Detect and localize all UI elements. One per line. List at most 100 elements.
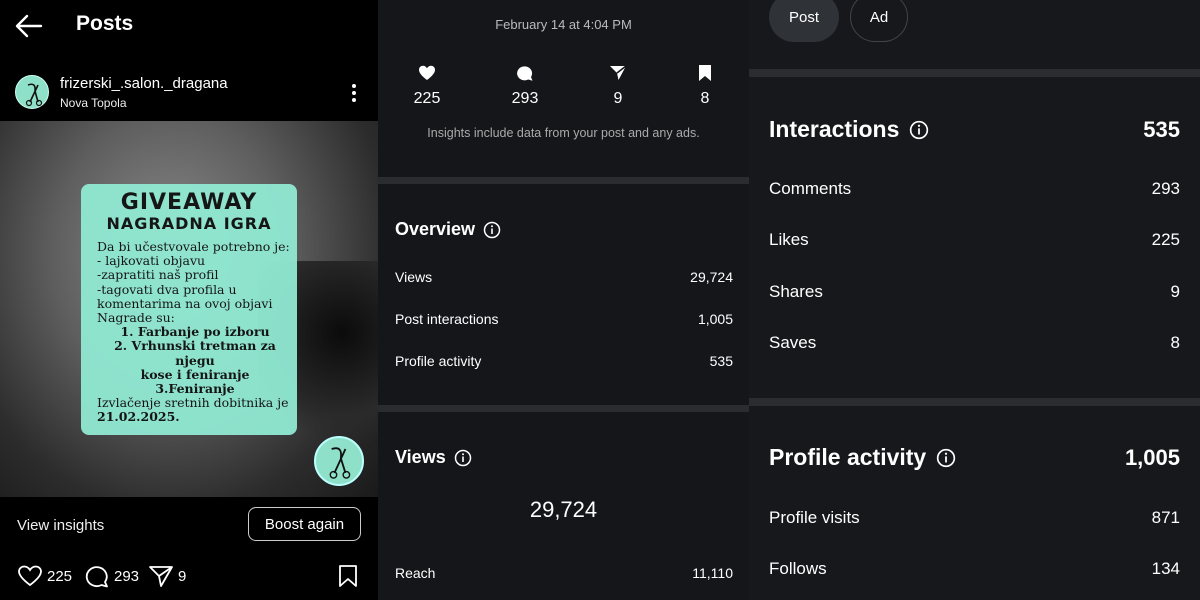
post-date: February 14 at 4:04 PM (495, 17, 632, 32)
row-value: 11,110 (692, 565, 733, 581)
row-value: 134 (1151, 559, 1180, 578)
row-value: 1,005 (697, 311, 733, 327)
interactions-row-comments[interactable]: Comments 293 (769, 179, 1180, 199)
giveaway-line: - lajkovati objavu (97, 253, 206, 269)
profile-row-follows[interactable]: Follows 134 (769, 559, 1180, 579)
giveaway-line: komentarima na ovoj objavi (97, 295, 273, 311)
giveaway-title: GIVEAWAY (120, 190, 258, 215)
boost-again-button[interactable]: Boost again (248, 507, 361, 541)
prize-line: 1. Farbanje po izboru (120, 324, 270, 340)
tab-post[interactable]: Post (769, 0, 839, 42)
post-location[interactable]: Nova Topola (60, 96, 127, 110)
tab-ad[interactable]: Ad (850, 0, 908, 42)
insights-panel: February 14 at 4:04 PM 225 293 9 8 Insig… (378, 0, 749, 600)
comment-action[interactable]: 293 (84, 564, 139, 588)
salon-logo (314, 436, 364, 486)
row-label: Profile visits (769, 508, 860, 527)
heart-icon (18, 565, 42, 587)
prize-line: 2. Vrhunski tretman za njegu (114, 338, 276, 368)
stat-value: 293 (511, 90, 539, 107)
profile-activity-title: Profile activity (769, 444, 927, 470)
top-bar: Posts (0, 0, 378, 52)
share-action[interactable]: 9 (148, 564, 186, 588)
back-arrow-icon[interactable] (14, 12, 44, 40)
overview-row-profile-activity[interactable]: Profile activity 535 (395, 353, 733, 369)
row-value: 293 (1151, 179, 1180, 198)
interactions-panel: Post Ad Interactions 535 Comments 293 Li… (749, 0, 1200, 600)
giveaway-subtitle: NAGRADNA IGRA (106, 214, 272, 233)
prize-line: 3.Feniranje (155, 381, 235, 397)
bookmark-icon (699, 65, 711, 81)
save-action[interactable] (336, 564, 362, 588)
page-title: Posts (76, 12, 134, 35)
post-panel: Posts frizerski_.salon._dragana Nova Top… (0, 0, 378, 600)
stat-value: 225 (413, 90, 441, 107)
profile-activity-header: Profile activity 1,005 (769, 444, 1180, 471)
section-divider (378, 177, 749, 184)
info-icon[interactable] (936, 448, 956, 468)
section-divider (378, 405, 749, 412)
row-value: 9 (1170, 282, 1180, 301)
views-total: 29,724 (529, 497, 598, 522)
row-value: 8 (1170, 333, 1180, 352)
like-action[interactable]: 225 (17, 564, 72, 588)
avatar[interactable] (15, 75, 49, 109)
scissors-logo-icon (329, 447, 351, 479)
views-row-reach[interactable]: Reach 11,110 (395, 565, 733, 581)
row-label: Shares (769, 282, 823, 301)
heart-icon (419, 65, 435, 80)
giveaway-date: 21.02.2025. (97, 409, 180, 425)
giveaway-footer: Izvlačenje sretnih dobitnika je (97, 395, 289, 411)
giveaway-line: Nagrade su: (97, 310, 175, 326)
view-insights-link[interactable]: View insights (17, 517, 104, 534)
bookmark-icon (339, 565, 357, 587)
stat-likes: 225 (397, 64, 457, 108)
share-icon (149, 566, 173, 587)
account-name[interactable]: frizerski_.salon._dragana (60, 75, 228, 92)
more-vertical-icon[interactable] (345, 82, 363, 104)
giveaway-text: Da bi učestvovale potrebno je: - lajkova… (97, 239, 293, 425)
post-image[interactable]: GIVEAWAY NAGRADNA IGRA Da bi učestvovale… (0, 121, 378, 497)
section-divider (749, 398, 1200, 406)
row-value: 225 (1151, 230, 1180, 249)
info-icon[interactable] (909, 120, 929, 140)
row-value: 29,724 (690, 269, 733, 285)
giveaway-card: GIVEAWAY NAGRADNA IGRA Da bi učestvovale… (81, 184, 297, 435)
comment-icon (517, 66, 533, 81)
interactions-total: 535 (1143, 116, 1180, 142)
share-count: 9 (178, 567, 187, 585)
prize-line: kose i feniranje (140, 366, 250, 382)
stat-comments: 293 (495, 64, 555, 108)
stat-value: 8 (700, 90, 710, 107)
interactions-row-shares[interactable]: Shares 9 (769, 282, 1180, 302)
stat-value: 9 (613, 90, 623, 107)
row-label: Saves (769, 333, 817, 352)
row-label: Likes (769, 230, 809, 249)
info-icon[interactable] (483, 221, 501, 239)
overview-row-views[interactable]: Views 29,724 (395, 269, 733, 285)
row-label: Follows (769, 559, 827, 578)
profile-row-visits[interactable]: Profile visits 871 (769, 508, 1180, 528)
interactions-header: Interactions 535 (769, 116, 1180, 143)
interactions-row-likes[interactable]: Likes 225 (769, 230, 1180, 250)
row-value: 871 (1151, 508, 1180, 527)
row-label: Profile activity (395, 353, 482, 369)
like-count: 225 (47, 567, 73, 585)
section-divider (749, 69, 1200, 77)
row-label: Reach (395, 565, 436, 581)
interactions-row-saves[interactable]: Saves 8 (769, 333, 1180, 353)
views-title: Views (395, 447, 446, 467)
row-value: 535 (709, 353, 733, 369)
overview-heading: Overview (395, 219, 501, 240)
giveaway-line: -zapratiti naš profil (97, 267, 219, 283)
row-label: Comments (769, 179, 852, 198)
overview-title: Overview (395, 219, 476, 239)
row-label: Post interactions (395, 311, 499, 327)
interactions-title: Interactions (769, 116, 900, 142)
info-icon[interactable] (454, 449, 472, 467)
row-label: Views (395, 269, 433, 285)
profile-activity-total: 1,005 (1124, 444, 1180, 470)
overview-row-interactions[interactable]: Post interactions 1,005 (395, 311, 733, 327)
insights-note: Insights include data from your post and… (427, 126, 700, 140)
scissors-logo-icon (25, 83, 43, 107)
